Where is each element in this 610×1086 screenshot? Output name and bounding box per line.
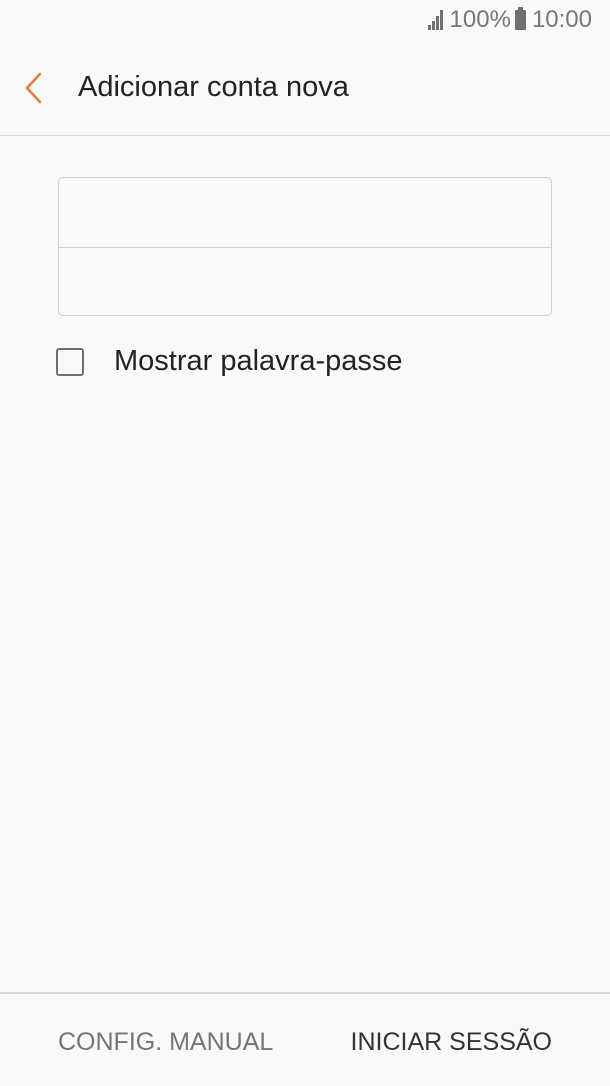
- password-field[interactable]: [59, 247, 551, 315]
- screen: 100% 10:00 Adicionar conta nova Mostrar …: [0, 0, 610, 1086]
- status-time: 10:00: [531, 6, 592, 33]
- bottom-action-bar: CONFIG. MANUAL INICIAR SESSÃO: [0, 992, 610, 1086]
- signal-bars-icon: [427, 10, 444, 30]
- email-field[interactable]: [59, 178, 551, 247]
- battery-percentage: 100%: [449, 6, 511, 33]
- app-bar: Adicionar conta nova: [0, 40, 610, 136]
- sign-in-button[interactable]: INICIAR SESSÃO: [351, 1028, 552, 1057]
- show-password-label: Mostrar palavra-passe: [114, 345, 403, 377]
- manual-setup-button[interactable]: CONFIG. MANUAL: [58, 1028, 273, 1057]
- chevron-left-icon: [25, 72, 42, 103]
- battery-icon: [514, 7, 526, 30]
- page-title: Adicionar conta nova: [78, 71, 349, 103]
- show-password-toggle[interactable]: Mostrar palavra-passe: [56, 345, 403, 378]
- status-bar: 100% 10:00: [0, 0, 610, 40]
- back-button[interactable]: [2, 40, 66, 135]
- login-form: [58, 177, 552, 316]
- show-password-checkbox[interactable]: [56, 347, 84, 376]
